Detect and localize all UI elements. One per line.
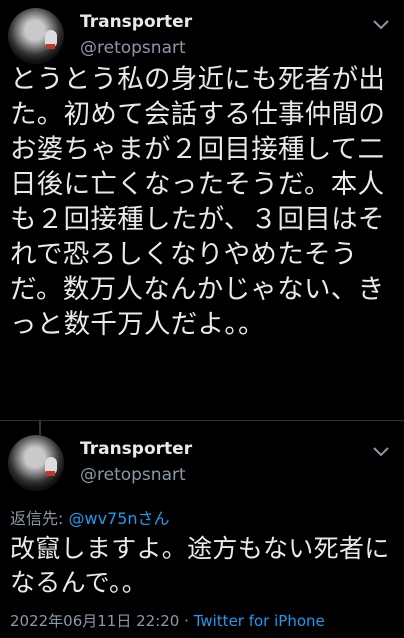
chevron-down-icon[interactable] <box>370 14 392 36</box>
source-link[interactable]: Twitter for iPhone <box>194 612 325 630</box>
replying-to-line: 返信先: @wv75nさん <box>10 505 170 529</box>
user-handle[interactable]: @retopsnart <box>80 38 186 58</box>
avatar-cuff-graphic <box>46 44 55 49</box>
tweet-text: とうとう私の身近にも死者が出た。初めて会話する仕事仲間のお婆ちゃまが２回目接種し… <box>10 64 386 340</box>
avatar-cuff-graphic <box>46 471 55 476</box>
tweet-reply: Transporter @retopsnart <box>0 421 404 638</box>
tweet-meta: 2022年06月11日 22:20 · Twitter for iPhone <box>10 610 325 631</box>
avatar[interactable] <box>8 435 64 491</box>
tweet-text: 改竄しますよ。途方もない死者になるんで。。 <box>10 534 390 597</box>
tweet-first: Transporter @retopsnart とうとう私の身近にも死者が出た。… <box>0 0 404 420</box>
timestamp[interactable]: 2022年06月11日 22:20 <box>10 612 179 630</box>
display-name[interactable]: Transporter <box>80 439 192 459</box>
display-name[interactable]: Transporter <box>80 12 192 32</box>
mention-link[interactable]: @wv75n <box>68 509 137 528</box>
replying-prefix: 返信先: <box>10 509 69 528</box>
user-handle[interactable]: @retopsnart <box>80 465 186 485</box>
meta-separator: · <box>184 612 189 630</box>
avatar[interactable] <box>8 8 64 64</box>
mention-suffix: さん <box>137 509 170 528</box>
chevron-down-icon[interactable] <box>370 441 392 463</box>
